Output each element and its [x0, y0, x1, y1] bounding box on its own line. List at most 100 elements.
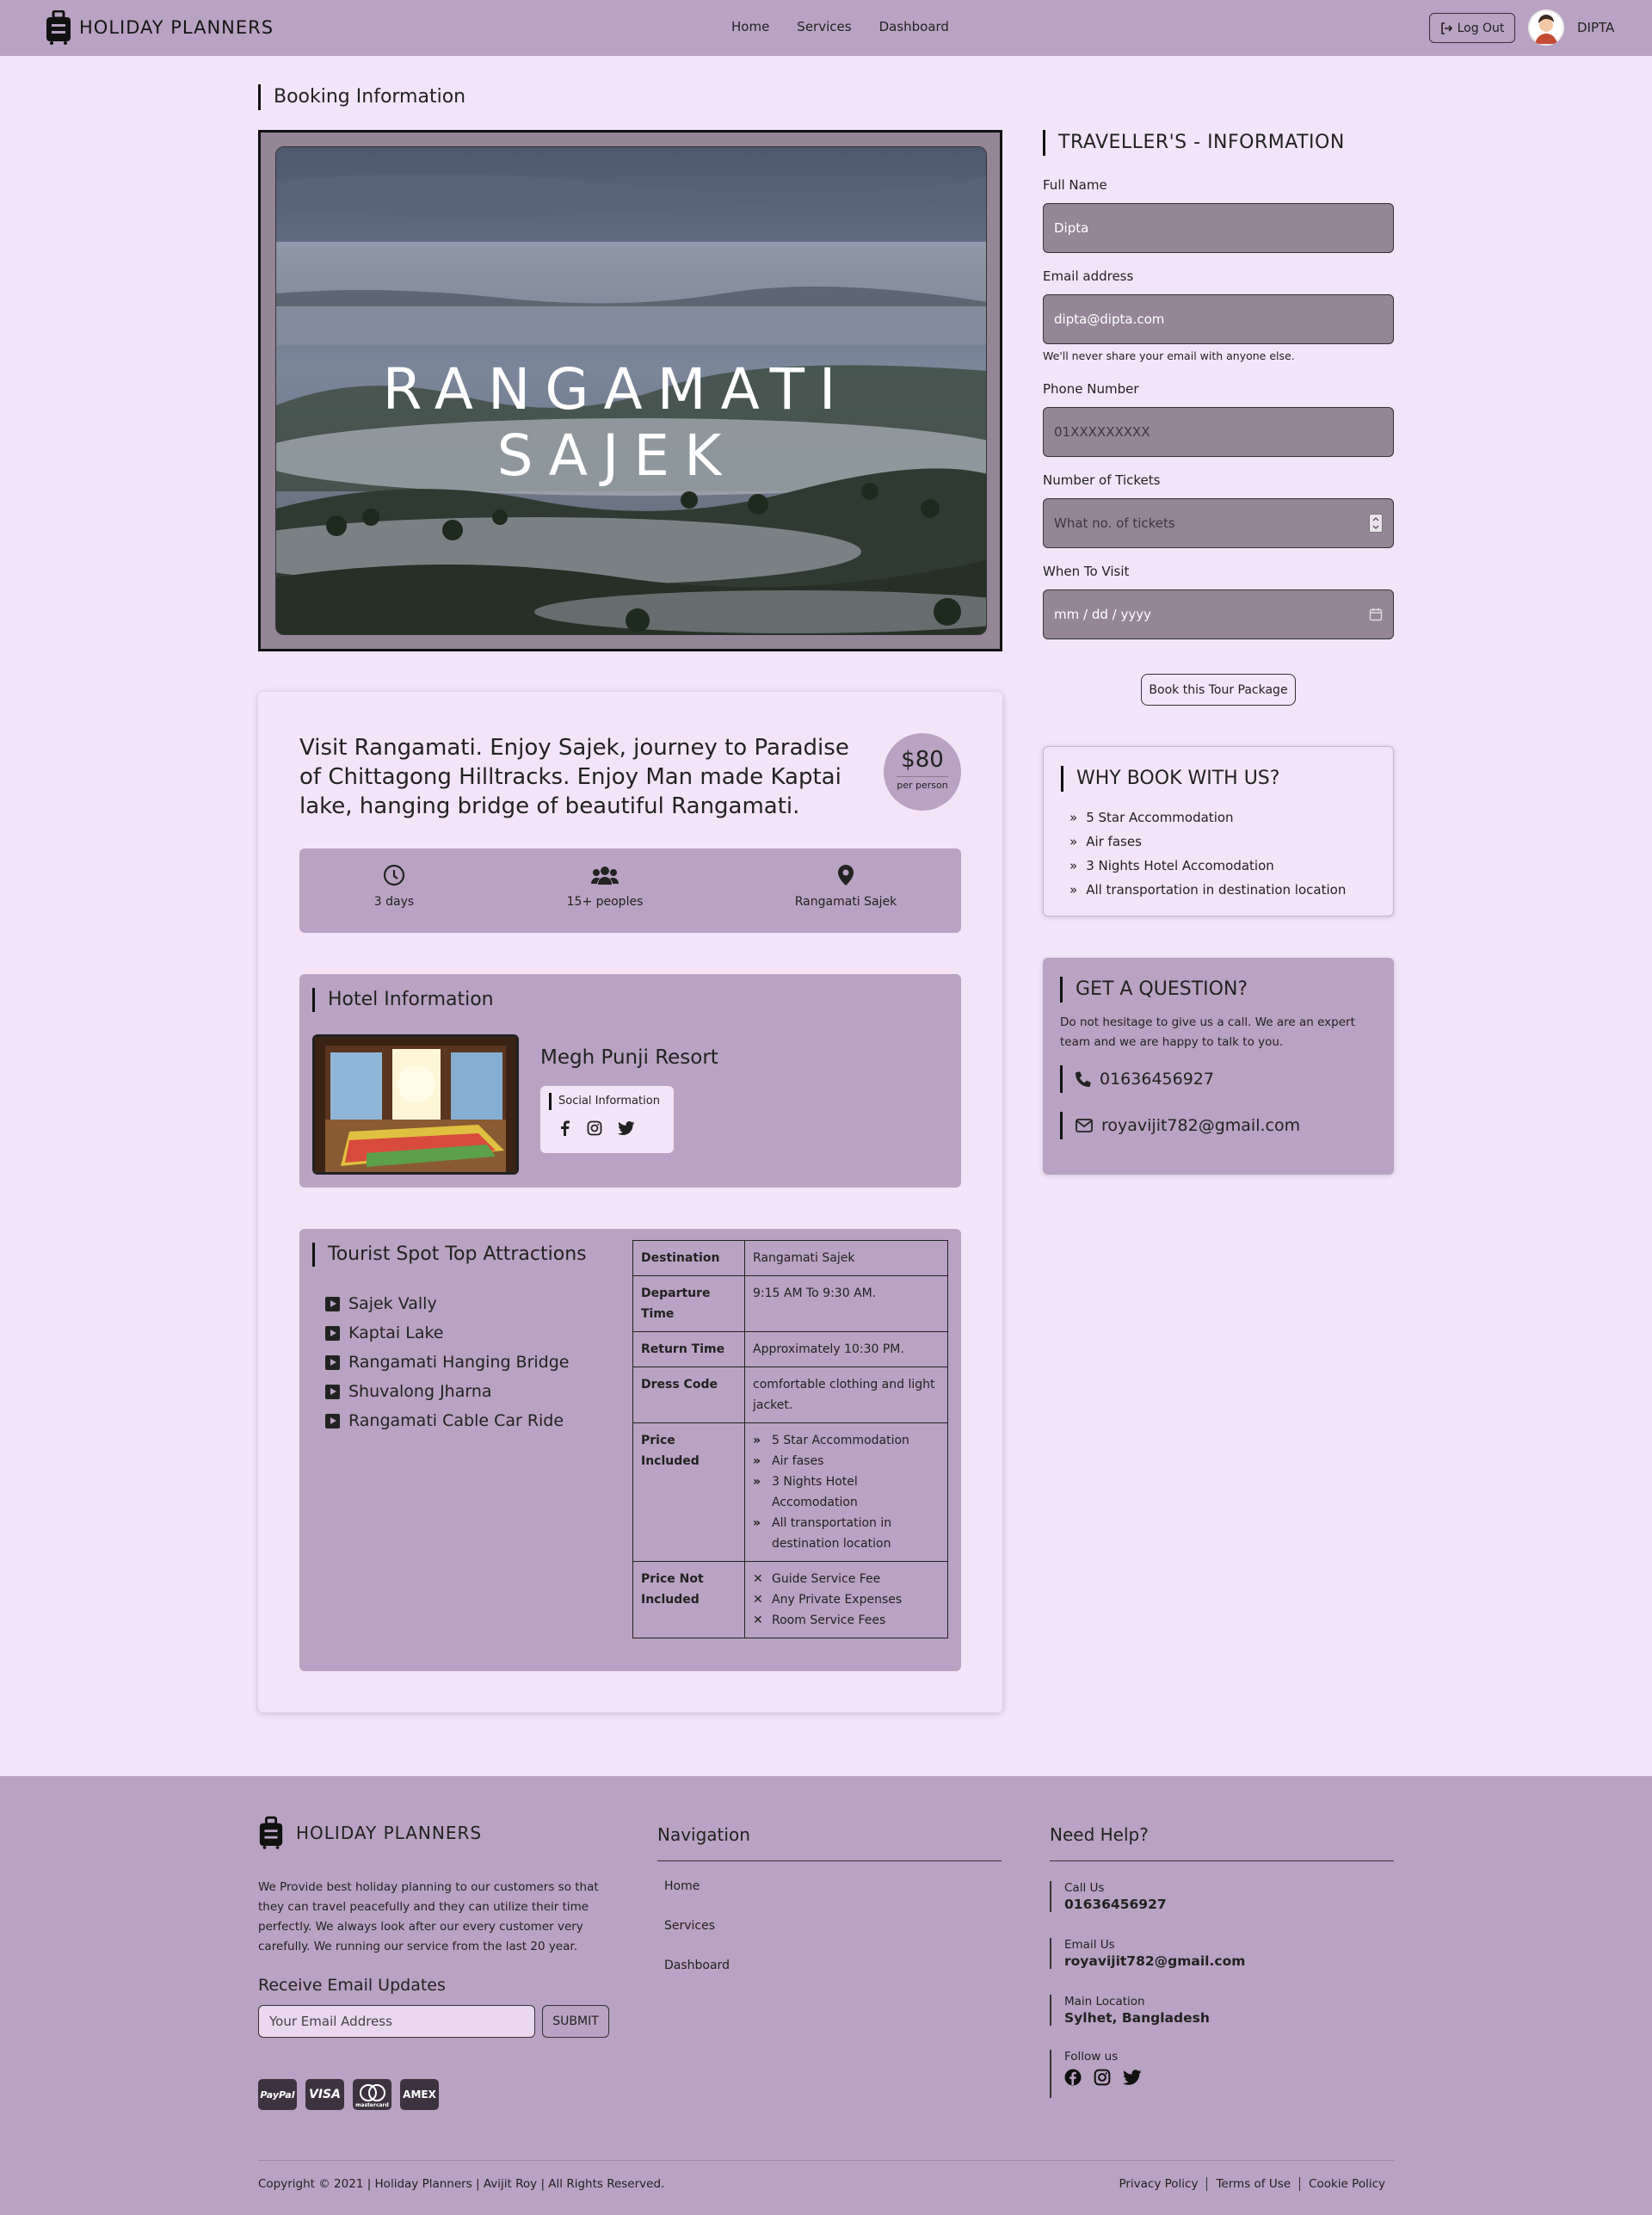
payment-methods: PayPal VISA mastercard AMEX [258, 2079, 439, 2110]
footer-nav-title: Navigation [657, 1824, 1002, 1861]
tour-facts: 3 days 15+ peoples Rangamati Sajek [299, 848, 961, 933]
terms-of-use-link[interactable]: Terms of Use [1206, 2177, 1299, 2191]
attractions-title: Tourist Spot Top Attractions [312, 1243, 587, 1267]
table-row: Price Included » 5 Star Accommodation » Ai… [632, 1422, 948, 1562]
spinner-icon[interactable] [1369, 514, 1383, 533]
clock-icon [383, 864, 405, 886]
table-row: Return Time Approximately 10:30 PM. [632, 1331, 948, 1367]
x-icon: ✕ [753, 1613, 763, 1627]
fact-location-label: Rangamati Sajek [794, 895, 897, 909]
brand-name: HOLIDAY PLANNERS [79, 17, 274, 38]
attractions-panel: Tourist Spot Top Attractions Sajek Vally… [299, 1229, 961, 1671]
nav-home[interactable]: Home [731, 19, 769, 34]
privacy-policy-link[interactable]: Privacy Policy [1110, 2177, 1206, 2191]
amex-icon: AMEX [400, 2079, 439, 2110]
visit-date-placeholder: mm / dd / yyyy [1054, 607, 1151, 622]
visa-icon: VISA [305, 2079, 344, 2110]
facebook-icon[interactable] [558, 1120, 571, 1136]
footer-nav-home[interactable]: Home [664, 1879, 700, 1893]
price-unit: per person [897, 776, 948, 791]
email-input[interactable]: dipta@dipta.com [1043, 294, 1394, 344]
tour-details-card: Visit Rangamati. Enjoy Sajek, journey to… [258, 692, 1002, 1712]
footer-nav-services[interactable]: Services [664, 1919, 715, 1933]
full-name-input[interactable]: Dipta [1043, 203, 1394, 253]
top-navbar: HOLIDAY PLANNERS Home Services Dashboard… [0, 0, 1652, 56]
traveller-info-title: TRAVELLER'S - INFORMATION [1043, 130, 1345, 156]
nav-dashboard[interactable]: Dashboard [879, 19, 949, 34]
question-box: GET A QUESTION? Do not hesitage to give … [1043, 958, 1394, 1175]
visit-date-input[interactable]: mm / dd / yyyy [1043, 589, 1394, 639]
footer-call-number[interactable]: 01636456927 [1064, 1897, 1167, 1912]
table-row: Price Not Included ✕ Guide Service Fee ✕ A… [632, 1561, 948, 1638]
question-phone[interactable]: 01636456927 [1060, 1065, 1214, 1093]
phone-input[interactable]: 01XXXXXXXXX [1043, 407, 1394, 457]
booking-section-title: Booking Information [258, 84, 465, 110]
newsletter-submit-button[interactable]: SUBMIT [542, 2005, 609, 2038]
tour-details-table: Destination Rangamati Sajek Departure Tim… [632, 1240, 948, 1638]
book-tour-button[interactable]: Book this Tour Package [1141, 674, 1296, 706]
footer-email-address[interactable]: royavijit782@gmail.com [1064, 1953, 1245, 1969]
footer-brand-name: HOLIDAY PLANNERS [296, 1823, 483, 1843]
footer-follow: Follow us [1050, 2050, 1142, 2098]
suitcase-icon [46, 10, 71, 45]
avatar[interactable] [1528, 9, 1564, 46]
main-nav: Home Services Dashboard [731, 19, 949, 34]
x-icon: ✕ [753, 1572, 763, 1586]
tickets-placeholder: What no. of tickets [1054, 515, 1175, 531]
included-item: » Air fases [753, 1451, 940, 1472]
footer-about: We Provide best holiday planning to our … [258, 1880, 599, 1953]
tour-intro: Visit Rangamati. Enjoy Sajek, journey to… [299, 735, 849, 819]
footer-nav-list: Home Services Dashboard [664, 1879, 730, 1998]
list-item: » All transportation in destination locat… [1069, 878, 1346, 902]
calendar-icon[interactable] [1369, 608, 1383, 621]
play-icon [325, 1384, 340, 1399]
double-chevron-icon: » [1069, 882, 1078, 898]
facebook-icon[interactable] [1064, 2069, 1082, 2086]
tickets-label: Number of Tickets [1043, 472, 1161, 488]
cookie-policy-link[interactable]: Cookie Policy [1299, 2177, 1394, 2191]
play-icon [325, 1354, 340, 1370]
question-email[interactable]: royavijit782@gmail.com [1060, 1112, 1300, 1139]
double-chevron-icon: » [753, 1516, 761, 1530]
fact-people: 15+ peoples [540, 864, 669, 909]
brand-logo[interactable]: HOLIDAY PLANNERS [45, 10, 274, 45]
newsletter-email-input[interactable]: Your Email Address [258, 2005, 535, 2038]
mastercard-icon: mastercard [353, 2079, 391, 2110]
email-label: Email address [1043, 268, 1134, 284]
table-row: Destination Rangamati Sajek [632, 1240, 948, 1276]
twitter-icon[interactable] [618, 1120, 635, 1136]
price-value: $80 [901, 747, 944, 773]
double-chevron-icon: » [1069, 810, 1078, 825]
fact-people-label: 15+ peoples [566, 895, 644, 909]
question-text: Do not hesitage to give us a call. We ar… [1060, 1015, 1355, 1049]
tickets-input[interactable]: What no. of tickets [1043, 498, 1394, 548]
instagram-icon[interactable] [1094, 2069, 1111, 2086]
why-book-list: » 5 Star Accommodation » Air fases » 3 Nigh… [1069, 805, 1346, 902]
included-item: » 5 Star Accommodation [753, 1430, 940, 1451]
hotel-info-panel: Hotel Information Megh Punji Resort Soci… [299, 974, 961, 1188]
why-book-title: WHY BOOK WITH US? [1061, 766, 1279, 792]
list-item: » Air fases [1069, 830, 1346, 854]
legal-links: Privacy Policy Terms of Use Cookie Polic… [1110, 2177, 1394, 2191]
logout-button[interactable]: Log Out [1429, 13, 1515, 43]
users-icon [591, 867, 619, 885]
email-help-text: We'll never share your email with anyone… [1043, 349, 1295, 362]
envelope-icon [1076, 1119, 1093, 1132]
list-item: » 5 Star Accommodation [1069, 805, 1346, 830]
phone-label: Phone Number [1043, 381, 1139, 397]
copyright: Copyright © 2021 | Holiday Planners | Av… [258, 2177, 665, 2191]
play-icon [325, 1296, 340, 1311]
list-item: Kaptai Lake [325, 1318, 569, 1348]
nav-services[interactable]: Services [797, 19, 851, 34]
social-info-box: Social Information [540, 1086, 674, 1153]
footer-brand[interactable]: HOLIDAY PLANNERS [258, 1816, 482, 1850]
double-chevron-icon: » [1069, 834, 1078, 849]
list-item: » 3 Nights Hotel Accomodation [1069, 854, 1346, 878]
footer-nav-dashboard[interactable]: Dashboard [664, 1959, 730, 1972]
table-row: Dress Code comfortable clothing and light… [632, 1367, 948, 1423]
footer: HOLIDAY PLANNERS We Provide best holiday… [0, 1776, 1652, 2215]
fact-duration: 3 days [351, 864, 437, 909]
instagram-icon[interactable] [587, 1120, 602, 1136]
footer-email: Email Us royavijit782@gmail.com [1050, 1938, 1245, 1969]
twitter-icon[interactable] [1123, 2069, 1142, 2086]
